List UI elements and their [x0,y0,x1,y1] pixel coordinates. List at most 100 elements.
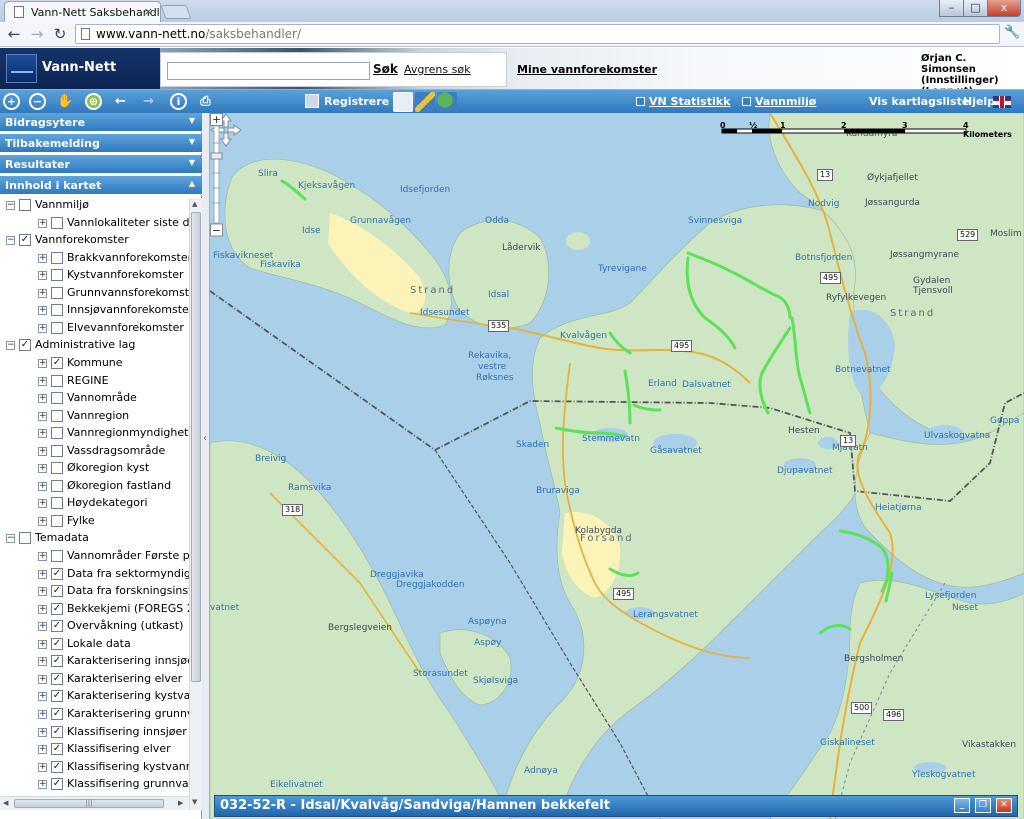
zoom-slider[interactable]: + − [210,113,223,237]
expand-icon[interactable]: + [38,604,47,614]
forward-arrow-icon[interactable]: → [27,25,47,43]
tree-row[interactable]: + ✓ Bekkekjemi (FOREGS 2008 [38,602,190,619]
tree-row[interactable]: + ✓ Klassifisering grunnvann [38,777,190,794]
expand-icon[interactable]: + [38,376,47,386]
layer-checkbox[interactable]: ✓ [19,339,31,352]
show-layer-list-link[interactable]: Vis kartlagsliste [869,95,969,108]
layer-checkbox[interactable]: ✓ [51,637,63,650]
layer-checkbox[interactable]: ✓ [19,234,31,247]
tree-row[interactable]: + Vannlokaliteter siste data [38,216,190,233]
expand-icon[interactable]: + [38,569,47,579]
layer-checkbox[interactable]: ✓ [51,725,63,738]
scroll-right-icon[interactable]: ▶ [178,799,183,807]
expand-icon[interactable]: + [38,674,47,684]
tree-row[interactable]: + ✓ Klassifisering kystvann [38,760,190,777]
tree-row[interactable]: + Vannområde [38,391,190,408]
expand-icon[interactable]: + [38,692,47,702]
layer-checkbox[interactable] [51,462,63,475]
refine-search-link[interactable]: Avgrens søk [404,63,470,76]
layer-checkbox[interactable]: ✓ [51,585,63,598]
collapse-icon[interactable]: − [6,236,15,246]
expand-icon[interactable]: + [38,657,47,667]
scrollbar-thumb[interactable]: ||| [14,799,164,808]
expand-icon[interactable]: + [38,394,47,404]
layer-checkbox[interactable] [51,321,63,334]
close-tab-icon[interactable]: × [144,5,153,18]
expand-icon[interactable]: + [38,727,47,737]
tree-row[interactable]: + Vannområder Første planfa [38,549,190,566]
layer-checkbox[interactable] [19,199,31,211]
tree-row[interactable]: + Høydekategori [38,496,190,513]
tree-row[interactable]: + ✓ Klassifisering elver [38,742,190,759]
vn-statistics-link[interactable]: VN Statistikk [636,95,730,108]
expand-icon[interactable]: + [38,780,47,790]
expand-icon[interactable]: + [38,499,47,509]
accordion-tilbakemelding[interactable]: Tilbakemelding ▼ [0,134,202,153]
panel-restore-button[interactable]: ❐ [975,798,991,813]
previous-extent-icon[interactable]: ← [112,93,129,110]
expand-icon[interactable]: + [38,587,47,597]
tree-row[interactable]: + ✓ Kommune [38,356,190,373]
tree-row[interactable]: + ✓ Lokale data [38,637,190,654]
tree-row[interactable]: + Fylke [38,514,190,531]
panel-splitter[interactable] [202,113,210,819]
scroll-up-icon[interactable]: ▲ [192,200,197,208]
panel-close-button[interactable]: ✕ [996,798,1012,813]
tree-row[interactable]: − ✓ Administrative lag [6,338,190,355]
tree-row[interactable]: + ✓ Data fra sektormyndighete [38,567,190,584]
collapse-icon[interactable]: − [6,201,15,210]
tree-row[interactable]: + ✓ Karakterisering kystvann [38,689,190,706]
tree-row[interactable]: + REGINE [38,374,190,391]
accordion-innhold-i-kartet[interactable]: Innhold i kartet ▲ [0,176,202,195]
expand-icon[interactable]: + [38,622,47,632]
layer-checkbox[interactable] [51,427,63,440]
expand-icon[interactable]: + [38,306,47,316]
expand-icon[interactable]: + [38,709,47,719]
uk-flag-icon[interactable] [993,96,1011,108]
tree-row[interactable]: + Økoregion kyst [38,461,190,478]
select-feature-icon[interactable] [393,92,413,112]
expand-icon[interactable]: + [38,218,47,228]
vann-nett-logo[interactable]: Vann-Nett [0,48,160,89]
expand-icon[interactable]: + [38,358,47,368]
layer-checkbox[interactable] [51,392,63,405]
tree-row[interactable]: + ✓ Data fra forskningsinstitusj [38,584,190,601]
expand-icon[interactable]: + [38,639,47,649]
panel-minimize-button[interactable]: _ [954,798,970,813]
info-icon[interactable]: i [170,93,187,110]
search-input[interactable] [167,62,370,80]
help-link[interactable]: Hjelp [963,95,995,108]
tree-row[interactable]: + Vannregion [38,409,190,426]
vertical-scrollbar[interactable]: ▲ ▼ [189,198,202,810]
expand-icon[interactable]: + [38,762,47,772]
collapse-icon[interactable]: − [6,341,15,351]
expand-icon[interactable]: + [38,253,47,263]
accordion-bidragsytere[interactable]: Bidragsytere ▼ [0,113,202,132]
layer-checkbox[interactable]: ✓ [51,743,63,756]
layer-checkbox[interactable] [51,497,63,510]
expand-icon[interactable]: + [38,481,47,491]
expand-icon[interactable]: + [38,552,47,561]
layer-checkbox[interactable] [51,479,63,492]
expand-icon[interactable]: + [38,429,47,439]
add-user-icon[interactable] [437,92,457,112]
browser-tab[interactable]: Vann-Nett Saksbehandler × [4,1,161,22]
new-tab-button[interactable] [160,5,192,19]
tree-row[interactable]: + ✓ Karakterisering grunnvann [38,707,190,724]
scroll-left-icon[interactable]: ◀ [3,799,8,807]
tree-row[interactable]: + ✓ Klassifisering innsjøer [38,725,190,742]
layer-checkbox[interactable] [51,444,63,457]
map-canvas[interactable]: Slira Kjeksavågen Idsefjorden Grunnavågen Id… [210,113,1024,819]
tree-row[interactable]: + Vassdragsområde [38,444,190,461]
layer-checkbox[interactable] [51,216,63,229]
register-dropdown[interactable]: Registrere ▾ [305,94,399,108]
layer-checkbox[interactable] [51,269,63,282]
expand-icon[interactable]: + [38,411,47,421]
layer-checkbox[interactable] [51,286,63,299]
wrench-icon[interactable]: 🔧 [1004,25,1020,40]
layer-checkbox[interactable] [51,251,63,264]
expand-icon[interactable]: + [38,323,47,333]
next-extent-icon[interactable]: → [140,93,157,110]
window-close-button[interactable]: x [987,0,1021,17]
zoom-out-icon[interactable]: − [29,93,46,110]
